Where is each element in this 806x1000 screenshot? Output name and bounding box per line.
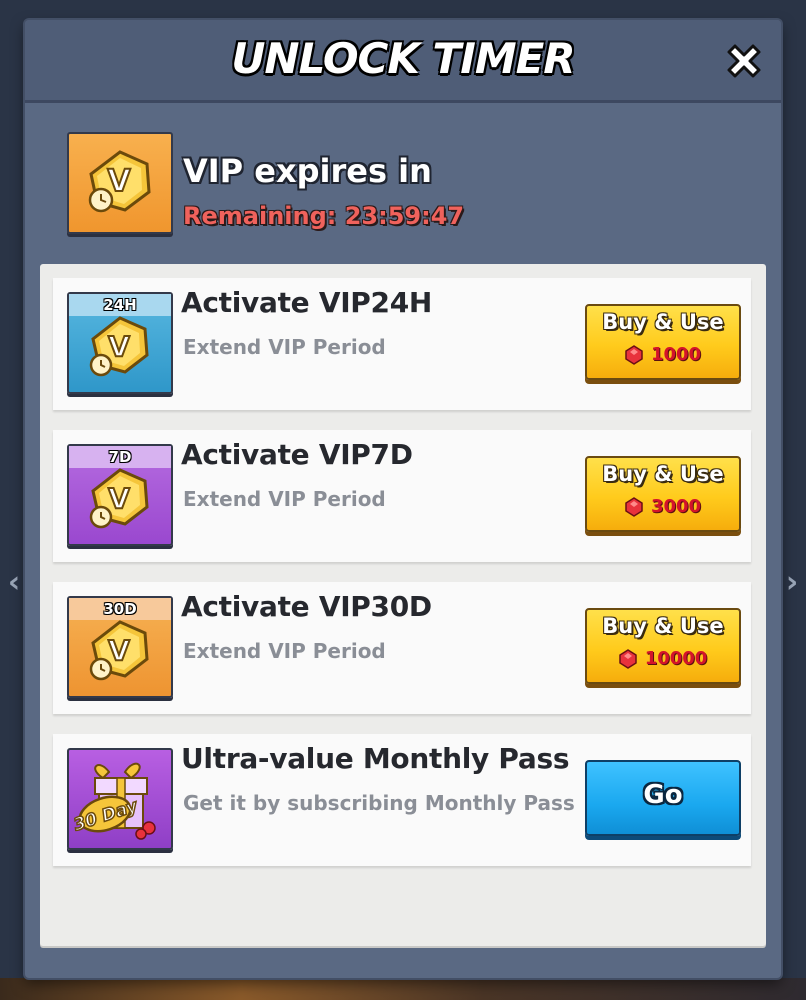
vip-options-list: 24H V Activate VIP24H Extend VIP Period …: [40, 264, 766, 946]
background-strip: [0, 978, 806, 1000]
svg-text:V: V: [108, 482, 130, 515]
close-icon[interactable]: [721, 38, 767, 84]
ruby-gem-icon: [618, 648, 637, 669]
monthly-pass-icon-tile: 30 Day: [67, 748, 173, 850]
vip-hexagon-icon: V: [89, 316, 149, 377]
vip30d-icon-tile: 30D V: [67, 596, 173, 698]
unlock-timer-dialog: UNLOCK TIMER V VIP expires in Remaining:…: [25, 20, 781, 978]
buy-use-label: Buy & Use: [602, 614, 724, 638]
vip-expires-label: VIP expires in: [183, 152, 432, 190]
buy-use-button-vip30d[interactable]: Buy & Use 10000: [585, 608, 741, 684]
item-title: Activate VIP24H: [181, 286, 433, 319]
item-title: Activate VIP30D: [181, 590, 432, 623]
item-subtitle: Get it by subscribing Monthly Pass: [183, 791, 575, 815]
buy-use-label: Buy & Use: [602, 310, 724, 334]
vip-hexagon-icon: V: [88, 150, 151, 213]
chevron-left-icon[interactable]: ‹: [2, 566, 26, 600]
vip-status-section: V VIP expires in Remaining: 23:59:47: [67, 132, 747, 242]
remaining-timer: Remaining: 23:59:47: [183, 202, 465, 230]
price-row: 3000: [587, 496, 739, 520]
price-value: 10000: [644, 648, 708, 669]
list-item-vip30d: 30D V Activate VIP30D Extend VIP Period …: [53, 582, 751, 714]
price-row: 1000: [587, 344, 739, 368]
list-item-vip24h: 24H V Activate VIP24H Extend VIP Period …: [53, 278, 751, 410]
item-title: Ultra-value Monthly Pass: [181, 742, 570, 775]
item-subtitle: Extend VIP Period: [183, 335, 386, 359]
vip-hexagon-icon: V: [89, 620, 149, 681]
svg-text:V: V: [108, 330, 130, 363]
price-value: 3000: [650, 496, 702, 517]
vip24h-icon-tile: 24H V: [67, 292, 173, 394]
item-subtitle: Extend VIP Period: [183, 639, 386, 663]
gift-box-icon: 30 Day: [71, 762, 156, 840]
price-value: 1000: [650, 344, 702, 365]
price-row: 10000: [587, 648, 739, 672]
list-item-vip7d: 7D V Activate VIP7D Extend VIP Period Bu…: [53, 430, 751, 562]
go-button[interactable]: Go: [585, 760, 741, 836]
item-subtitle: Extend VIP Period: [183, 487, 386, 511]
dialog-title: UNLOCK TIMER: [231, 34, 575, 83]
ruby-gem-icon: [625, 344, 643, 365]
svg-text:V: V: [108, 634, 130, 667]
go-label: Go: [643, 780, 683, 810]
vip-hexagon-icon: V: [89, 468, 149, 529]
vip-status-icon-tile: V: [67, 132, 173, 234]
buy-use-label: Buy & Use: [602, 462, 724, 486]
list-item-monthly-pass: 30 Day Ultra-value Monthly Pass Get it b…: [53, 734, 751, 866]
item-title: Activate VIP7D: [181, 438, 413, 471]
buy-use-button-vip7d[interactable]: Buy & Use 3000: [585, 456, 741, 532]
ruby-gem-icon: [625, 496, 643, 517]
dialog-header: UNLOCK TIMER: [25, 20, 781, 103]
buy-use-button-vip24h[interactable]: Buy & Use 1000: [585, 304, 741, 380]
vip7d-icon-tile: 7D V: [67, 444, 173, 546]
chevron-right-icon[interactable]: ›: [780, 566, 804, 600]
